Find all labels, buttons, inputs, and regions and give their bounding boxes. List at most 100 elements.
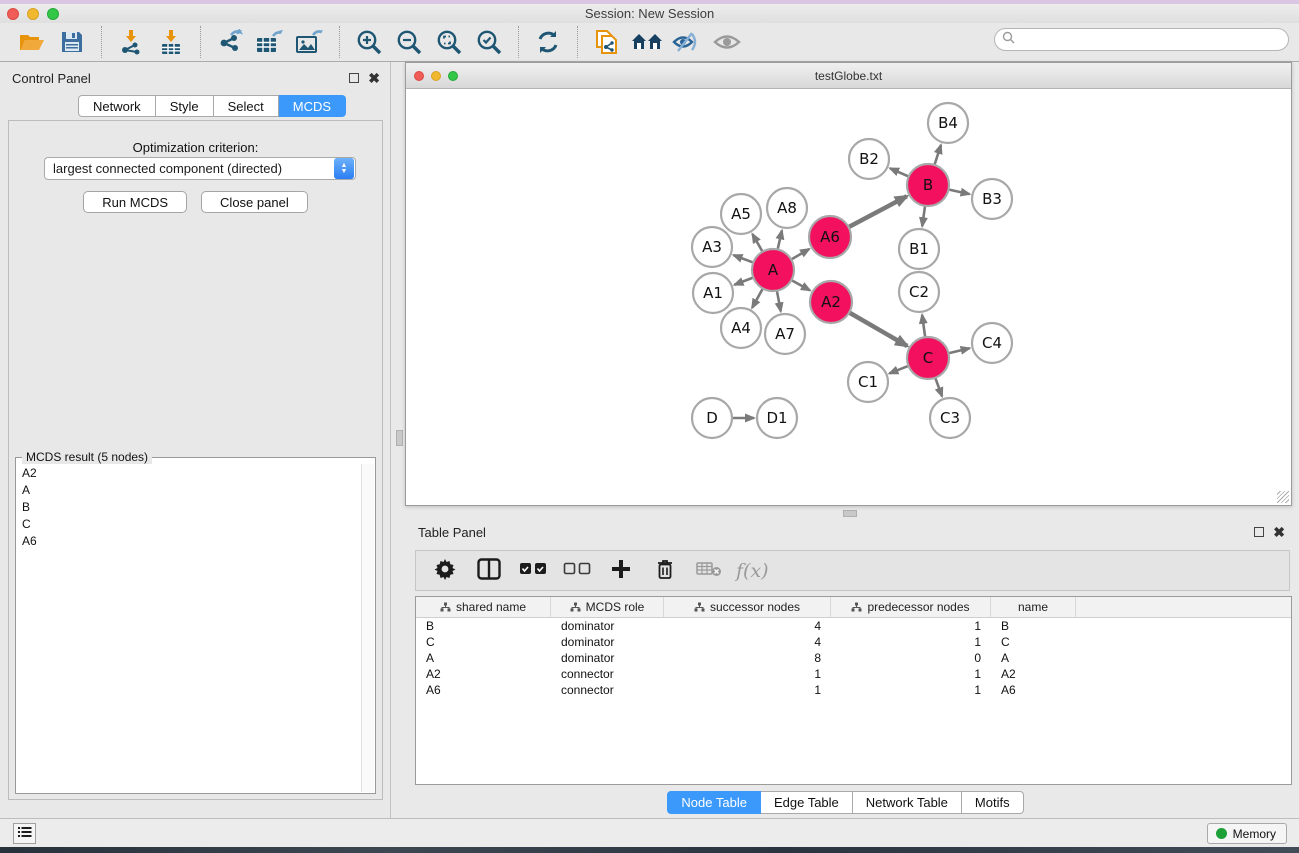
float-panel-icon[interactable]	[349, 73, 359, 83]
graph-node-B1[interactable]: B1	[899, 229, 939, 269]
column-header-successor-nodes[interactable]: successor nodes	[664, 597, 831, 617]
run-mcds-button[interactable]: Run MCDS	[83, 191, 187, 213]
cell-mcds-role[interactable]: dominator	[551, 635, 664, 649]
graph-edge-A-A1[interactable]	[734, 278, 753, 285]
function-builder-button[interactable]: f(x)	[736, 560, 769, 582]
refresh-button[interactable]	[528, 26, 568, 58]
delete-column-button[interactable]	[648, 555, 682, 587]
horizontal-scrollbar-thumb[interactable]	[843, 510, 857, 517]
result-scrollbar-track[interactable]	[361, 464, 374, 792]
cell-shared-name[interactable]: A2	[416, 667, 551, 681]
graph-edge-B-B1[interactable]	[922, 206, 925, 226]
add-column-button[interactable]	[604, 555, 638, 587]
tab-network[interactable]: Network	[78, 95, 156, 117]
cell-predecessor-nodes[interactable]: 1	[831, 667, 991, 681]
graph-edge-A6-B[interactable]	[849, 196, 907, 227]
cell-shared-name[interactable]: C	[416, 635, 551, 649]
zoom-out-button[interactable]	[389, 26, 429, 58]
table-row[interactable]: B dominator 4 1 B	[416, 618, 1291, 634]
task-history-button[interactable]	[13, 823, 36, 844]
column-header-mcds-role[interactable]: MCDS role	[551, 597, 664, 617]
duplicate-network-button[interactable]	[587, 26, 627, 58]
table-row[interactable]: A6 connector 1 1 A6	[416, 682, 1291, 698]
table-settings-button[interactable]	[428, 555, 462, 587]
close-panel-icon[interactable]: ✖	[368, 71, 380, 85]
graph-node-B[interactable]: B	[907, 164, 949, 206]
graph-node-A7[interactable]: A7	[765, 314, 805, 354]
criterion-dropdown[interactable]: largest connected component (directed) ▲…	[44, 157, 356, 180]
graph-node-C1[interactable]: C1	[848, 362, 888, 402]
tab-select[interactable]: Select	[214, 95, 279, 117]
graph-edge-C-C1[interactable]	[889, 366, 908, 374]
graph-node-B2[interactable]: B2	[849, 139, 889, 179]
export-network-button[interactable]	[210, 26, 250, 58]
float-table-panel-icon[interactable]	[1254, 527, 1264, 537]
cell-mcds-role[interactable]: dominator	[551, 651, 664, 665]
graph-edge-A-A7[interactable]	[777, 291, 781, 312]
graph-edge-A-A2[interactable]	[791, 280, 810, 290]
tab-style[interactable]: Style	[156, 95, 214, 117]
import-table-button[interactable]	[151, 26, 191, 58]
cell-predecessor-nodes[interactable]: 0	[831, 651, 991, 665]
zoom-fit-button[interactable]	[429, 26, 469, 58]
tab-node-table[interactable]: Node Table	[667, 791, 761, 814]
graph-edge-A-A3[interactable]	[734, 255, 754, 262]
column-header-name[interactable]: name	[991, 597, 1076, 617]
cell-shared-name[interactable]: A	[416, 651, 551, 665]
graph-edge-B-B3[interactable]	[949, 189, 970, 194]
vertical-scrollbar-thumb[interactable]	[396, 430, 403, 446]
mcds-result-item[interactable]: A	[17, 481, 361, 498]
graph-node-C[interactable]: C	[907, 337, 949, 379]
network-canvas[interactable]: AA1A2A3A4A5A6A7A8BB1B2B3B4CC1C2C3C4DD1	[406, 89, 1291, 505]
cell-name[interactable]: A6	[991, 683, 1076, 697]
close-table-panel-icon[interactable]: ✖	[1273, 525, 1285, 539]
graph-edge-B-B2[interactable]	[890, 168, 909, 176]
zoom-in-button[interactable]	[349, 26, 389, 58]
graph-node-A4[interactable]: A4	[721, 308, 761, 348]
cell-mcds-role[interactable]: dominator	[551, 619, 664, 633]
graph-edge-A-A6[interactable]	[791, 249, 809, 259]
tab-network-table[interactable]: Network Table	[853, 791, 962, 814]
column-layout-button[interactable]	[472, 555, 506, 587]
graph-node-C2[interactable]: C2	[899, 272, 939, 312]
column-header-predecessor-nodes[interactable]: predecessor nodes	[831, 597, 991, 617]
search-field[interactable]	[994, 28, 1289, 51]
window-resize-grip[interactable]	[1277, 491, 1289, 503]
graph-edge-A-A4[interactable]	[752, 288, 763, 307]
graph-edge-C-C4[interactable]	[948, 348, 969, 353]
cell-predecessor-nodes[interactable]: 1	[831, 683, 991, 697]
tab-motifs[interactable]: Motifs	[962, 791, 1024, 814]
save-session-button[interactable]	[52, 26, 92, 58]
cell-name[interactable]: B	[991, 619, 1076, 633]
tab-mcds[interactable]: MCDS	[279, 95, 346, 117]
cell-name[interactable]: A2	[991, 667, 1076, 681]
graph-edge-A2-C[interactable]	[849, 312, 907, 346]
cell-predecessor-nodes[interactable]: 1	[831, 635, 991, 649]
cell-successor-nodes[interactable]: 1	[664, 667, 831, 681]
cell-name[interactable]: C	[991, 635, 1076, 649]
search-input[interactable]	[1015, 31, 1288, 49]
graph-node-B3[interactable]: B3	[972, 179, 1012, 219]
export-table-button[interactable]	[250, 26, 290, 58]
graph-edge-A-A8[interactable]	[778, 230, 782, 249]
cell-mcds-role[interactable]: connector	[551, 683, 664, 697]
graph-node-A6[interactable]: A6	[809, 216, 851, 258]
zoom-selected-button[interactable]	[469, 26, 509, 58]
graph-node-A2[interactable]: A2	[810, 281, 852, 323]
graph-edge-C-C2[interactable]	[922, 315, 925, 337]
delete-table-button[interactable]	[692, 555, 726, 587]
show-all-button[interactable]	[707, 26, 747, 58]
import-network-button[interactable]	[111, 26, 151, 58]
graph-node-A5[interactable]: A5	[721, 194, 761, 234]
cell-mcds-role[interactable]: connector	[551, 667, 664, 681]
cell-predecessor-nodes[interactable]: 1	[831, 619, 991, 633]
open-file-button[interactable]	[12, 26, 52, 58]
cell-successor-nodes[interactable]: 8	[664, 651, 831, 665]
tab-edge-table[interactable]: Edge Table	[761, 791, 853, 814]
graph-node-A8[interactable]: A8	[767, 188, 807, 228]
table-row[interactable]: C dominator 4 1 C	[416, 634, 1291, 650]
graph-node-A3[interactable]: A3	[692, 227, 732, 267]
cell-shared-name[interactable]: A6	[416, 683, 551, 697]
mcds-result-item[interactable]: C	[17, 515, 361, 532]
table-row[interactable]: A dominator 8 0 A	[416, 650, 1291, 666]
